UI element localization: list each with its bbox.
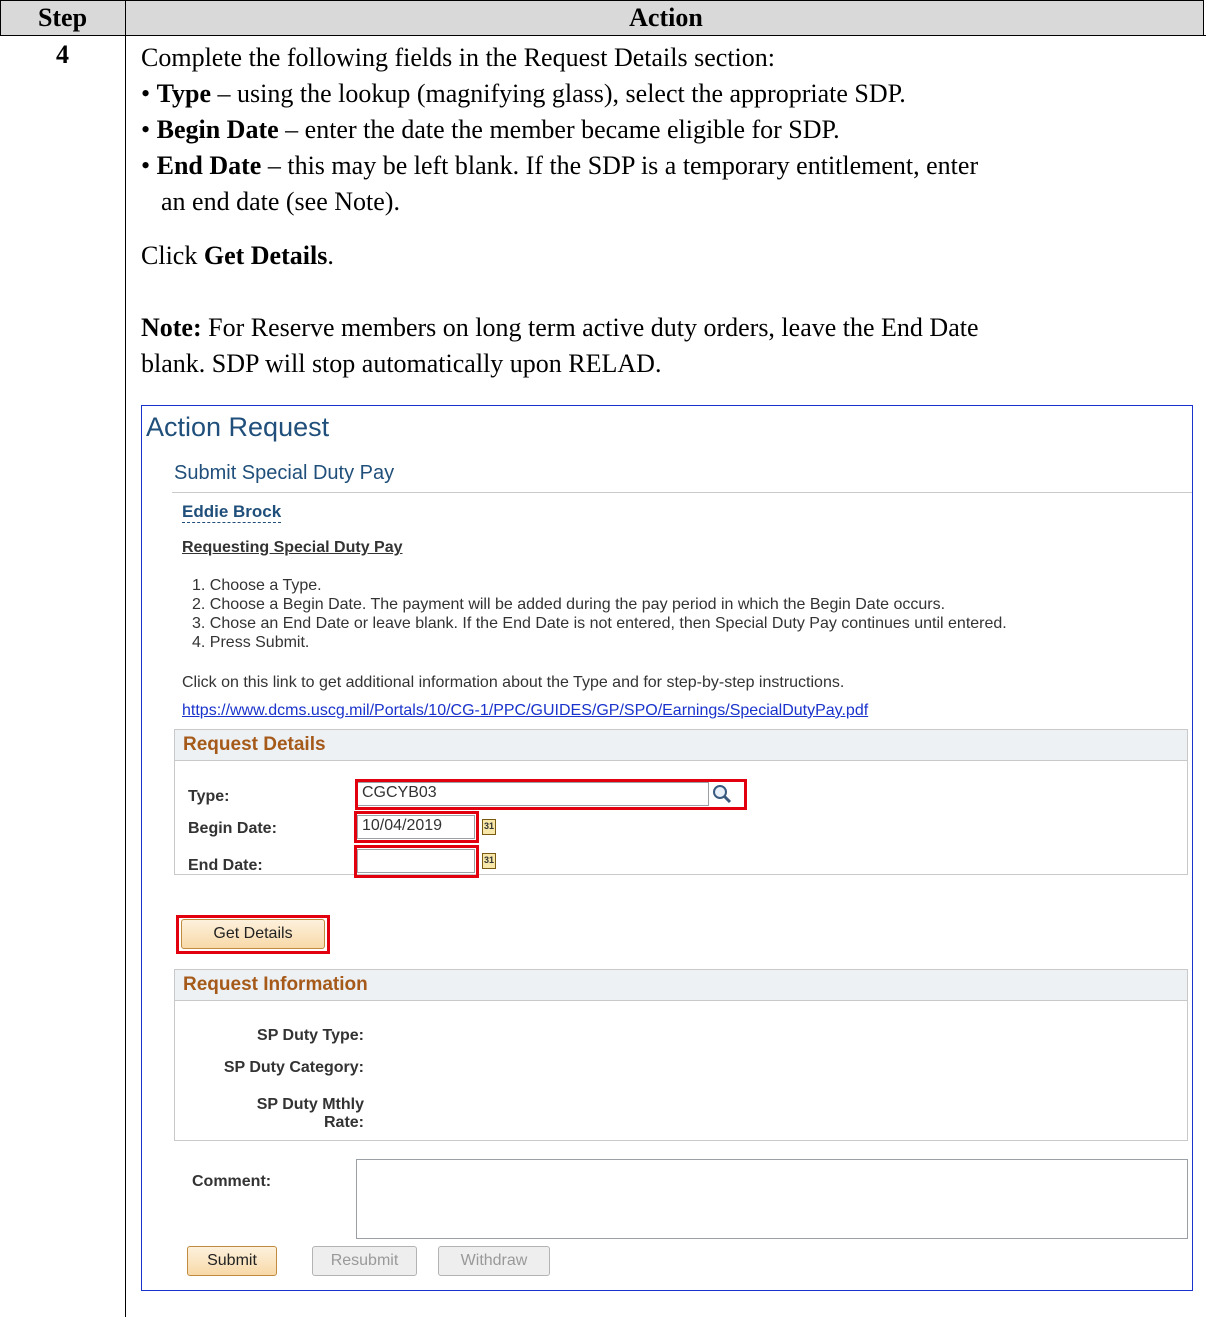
- comment-label: Comment:: [192, 1173, 272, 1190]
- instruction-bullet-type: • Type – using the lookup (magnifying gl…: [141, 79, 906, 108]
- comment-textarea[interactable]: [356, 1159, 1188, 1239]
- sp-duty-rate-label: Rate:: [323, 1114, 364, 1131]
- section-heading: Requesting Special Duty Pay: [182, 539, 403, 556]
- bullet-term: Type: [156, 79, 212, 108]
- withdraw-button[interactable]: Withdraw: [438, 1246, 550, 1276]
- instruction-note: Note: For Reserve members on long term a…: [141, 313, 979, 342]
- action-request-screenshot: Action Request Submit Special Duty Pay E…: [141, 405, 1193, 1291]
- info-text: Click on this link to get additional inf…: [182, 674, 845, 691]
- note-term: Note:: [141, 313, 202, 342]
- instruction-note-cont: blank. SDP will stop automatically upon …: [141, 349, 662, 378]
- begin-date-highlight: [354, 811, 479, 843]
- bullet-text: – using the lookup (magnifying glass), s…: [211, 79, 906, 108]
- end-date-label: End Date:: [188, 857, 263, 874]
- header-action: Action: [629, 3, 703, 32]
- sp-duty-category-label: SP Duty Category:: [223, 1059, 364, 1076]
- step-action-table: Step Action 4 Complete the following fie…: [0, 0, 1206, 1317]
- header-divider: [0, 35, 1206, 36]
- calendar-icon[interactable]: 31: [482, 853, 496, 869]
- step-number: 4: [56, 40, 69, 69]
- bullet-text: – this may be left blank. If the SDP is …: [261, 151, 979, 180]
- column-divider: [125, 0, 126, 1317]
- calendar-icon[interactable]: 31: [482, 819, 496, 835]
- header-step: Step: [37, 3, 88, 32]
- type-label: Type:: [188, 788, 230, 805]
- subtitle-divider: [172, 492, 1192, 493]
- bullet-term: End Date: [156, 151, 262, 180]
- submit-button[interactable]: Submit: [187, 1246, 277, 1276]
- end-date-highlight: [354, 845, 479, 878]
- instruction-intro: Complete the following fields in the Req…: [141, 43, 775, 72]
- resubmit-button[interactable]: Resubmit: [312, 1246, 417, 1276]
- type-highlight: [355, 779, 747, 810]
- click-term: Get Details: [203, 241, 328, 270]
- page-subtitle: Submit Special Duty Pay: [174, 462, 395, 484]
- instruction-bullet-end-date-cont: an end date (see Note).: [161, 187, 400, 216]
- instruction-click: Click Get Details.: [141, 241, 334, 270]
- list-item: 2. Choose a Begin Date. The payment will…: [192, 596, 946, 613]
- sp-duty-mthly-label: SP Duty Mthly: [256, 1096, 364, 1113]
- bullet-text: – enter the date the member became eligi…: [278, 115, 840, 144]
- instruction-bullet-end-date: • End Date – this may be left blank. If …: [141, 151, 979, 180]
- sp-duty-type-label: SP Duty Type:: [257, 1027, 364, 1044]
- get-details-highlight: [176, 915, 330, 954]
- instruction-steps: 1. Choose a Type. 2. Choose a Begin Date…: [192, 576, 1007, 652]
- member-name-link[interactable]: Eddie Brock: [182, 502, 282, 523]
- instruction-bullet-begin-date: • Begin Date – enter the date the member…: [141, 115, 840, 144]
- list-item: 1. Choose a Type.: [192, 577, 322, 594]
- begin-date-label: Begin Date:: [188, 820, 277, 837]
- guide-link[interactable]: https://www.dcms.uscg.mil/Portals/10/CG-…: [182, 702, 868, 720]
- list-item: 3. Chose an End Date or leave blank. If …: [192, 615, 1007, 632]
- page-title: Action Request: [146, 412, 330, 442]
- list-item: 4. Press Submit.: [192, 634, 310, 651]
- bullet-term: Begin Date: [156, 115, 279, 144]
- request-details-heading: Request Details: [175, 730, 1187, 761]
- request-information-heading: Request Information: [175, 970, 1187, 1001]
